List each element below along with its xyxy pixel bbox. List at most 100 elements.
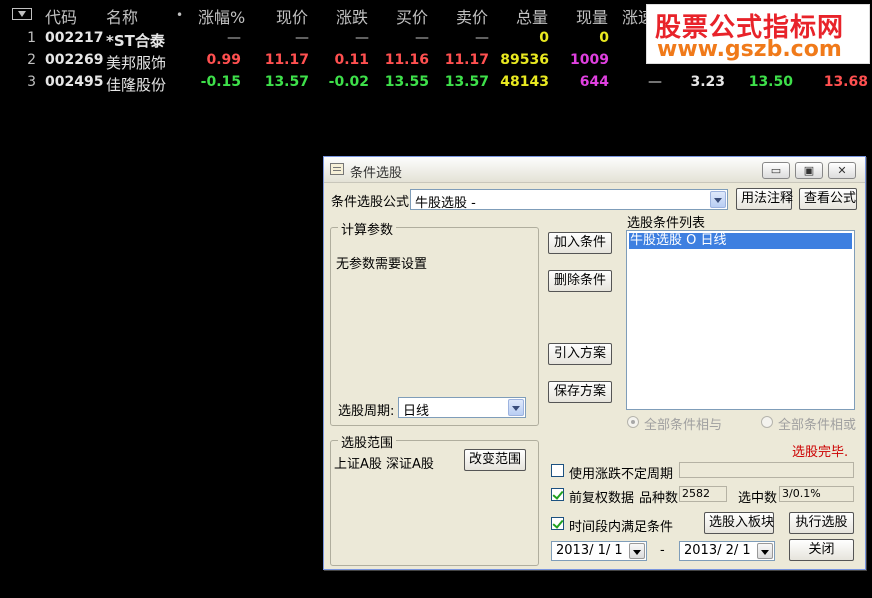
change-range-button[interactable]: 改变范围: [464, 449, 526, 471]
count-value: 2582: [679, 486, 727, 502]
ask-price: 11.17: [444, 52, 489, 68]
no-params-text: 无参数需要设置: [336, 257, 428, 272]
use-unstable-period-label: 使用涨跌不定周期: [569, 467, 674, 482]
minimize-icon: ▭: [770, 164, 782, 177]
header-cur-volume[interactable]: 现量: [576, 4, 608, 28]
bid-price: 13.55: [384, 74, 429, 90]
current-volume: 644: [579, 74, 609, 90]
period-select[interactable]: 日线: [398, 397, 526, 419]
chevron-down-icon: [757, 543, 773, 559]
chevron-down-icon: [629, 543, 645, 559]
period-label: 选股周期:: [338, 404, 395, 419]
dialog-title: 条件选股: [350, 166, 403, 181]
column-menu-button[interactable]: [12, 8, 32, 20]
high-price: 13.50: [748, 74, 793, 90]
pre-adjust-checkbox[interactable]: [551, 488, 564, 501]
restore-button[interactable]: ▣: [795, 162, 823, 179]
range-text: 上证A股 深证A股: [334, 457, 434, 472]
formula-label: 条件选股公式: [331, 195, 410, 210]
row-index: 3: [27, 74, 36, 90]
change-pct: —: [227, 30, 241, 46]
header-name[interactable]: 名称: [106, 4, 138, 28]
period-value: 日线: [403, 404, 430, 419]
usage-notes-button[interactable]: 用法注释: [736, 188, 793, 210]
radio-all-or-label: 全部条件相或: [778, 418, 857, 433]
chevron-down-icon: [710, 191, 726, 208]
use-unstable-period-checkbox[interactable]: [551, 464, 564, 477]
volume: 48143: [500, 74, 549, 90]
time-period-label: 时间段内满足条件: [569, 520, 674, 535]
chevron-down-icon: [18, 11, 26, 17]
volume: 89536: [500, 52, 549, 68]
volume: 0: [539, 30, 549, 46]
restore-icon: ▣: [803, 164, 815, 177]
change: -0.02: [328, 74, 369, 90]
date-to-picker[interactable]: 2013/ 2/ 1: [679, 541, 775, 561]
header-change-pct[interactable]: 涨幅%: [198, 4, 245, 28]
watermark-url: www.gszb.com: [657, 37, 842, 62]
stock-code: 002269: [45, 52, 104, 68]
formula-select[interactable]: 牛股选股 -: [410, 189, 728, 211]
header-code[interactable]: 代码: [45, 4, 77, 28]
radio-all-or[interactable]: [761, 416, 773, 428]
formula-value: 牛股选股 -: [415, 196, 476, 211]
bid-price: 11.16: [384, 52, 429, 68]
price: 13.57: [264, 74, 309, 90]
unstable-period-field[interactable]: [679, 462, 854, 478]
view-formula-button[interactable]: 查看公式: [799, 188, 857, 210]
open-price: 3.23: [690, 74, 725, 90]
date-from-picker[interactable]: 2013/ 1/ 1: [551, 541, 647, 561]
header-price[interactable]: 现价: [276, 4, 308, 28]
header-ask[interactable]: 卖价: [456, 4, 488, 28]
current-volume: 0: [599, 30, 609, 46]
count-label: 品种数: [639, 491, 679, 506]
selected-value: 3/0.1%: [779, 486, 854, 502]
stock-screener-dialog: 条件选股 ▭ ▣ ✕ 条件选股公式 牛股选股 - 用法注释 查看公式 计算参数 …: [323, 156, 866, 570]
row-index: 2: [27, 52, 36, 68]
radio-all-and[interactable]: [627, 416, 639, 428]
dialog-titlebar[interactable]: 条件选股 ▭ ▣ ✕: [324, 157, 865, 183]
header-bid[interactable]: 买价: [396, 4, 428, 28]
date-from-value: 2013/ 1/ 1: [556, 543, 623, 558]
change: —: [355, 30, 369, 46]
current-volume: 1009: [570, 52, 609, 68]
time-period-checkbox[interactable]: [551, 517, 564, 530]
list-item[interactable]: 牛股选股 O 日线: [629, 233, 852, 249]
header-dot: •: [176, 8, 184, 22]
stock-name: 佳隆股份: [106, 76, 167, 94]
import-plan-button[interactable]: 引入方案: [548, 343, 612, 365]
stock-code: 002217: [45, 30, 104, 46]
minimize-button[interactable]: ▭: [762, 162, 790, 179]
delete-condition-button[interactable]: 删除条件: [548, 270, 612, 292]
condition-list-label: 选股条件列表: [627, 216, 706, 231]
to-block-button[interactable]: 选股入板块: [704, 512, 774, 534]
watermark-logo: 股票公式指标网 www.gszb.com: [646, 4, 870, 64]
execute-button[interactable]: 执行选股: [789, 512, 854, 534]
row-index: 1: [27, 30, 36, 46]
selected-label: 选中数: [738, 491, 778, 506]
change-pct: 0.99: [206, 52, 241, 68]
bid-price: —: [415, 30, 429, 46]
range-legend: 选股范围: [338, 432, 397, 451]
change: 0.11: [334, 52, 369, 68]
pre-adjust-label: 前复权数据: [569, 491, 635, 506]
header-volume[interactable]: 总量: [516, 4, 548, 28]
ask-price: 13.57: [444, 74, 489, 90]
date-to-value: 2013/ 2/ 1: [684, 543, 751, 558]
add-condition-button[interactable]: 加入条件: [548, 232, 612, 254]
header-change[interactable]: 涨跌: [336, 4, 368, 28]
calc-params-legend: 计算参数: [338, 219, 397, 238]
condition-list[interactable]: 牛股选股 O 日线: [626, 230, 855, 410]
radio-all-and-label: 全部条件相与: [644, 418, 723, 433]
price: —: [295, 30, 309, 46]
close-window-button[interactable]: ✕: [828, 162, 856, 179]
close-button[interactable]: 关闭: [789, 539, 854, 561]
close-icon: ✕: [837, 164, 847, 177]
status-text: 选股完毕.: [792, 445, 849, 460]
low-price: 13.68: [823, 74, 868, 90]
save-plan-button[interactable]: 保存方案: [548, 381, 612, 403]
stock-code: 002495: [45, 74, 104, 90]
window-icon: [330, 163, 344, 175]
ask-price: —: [475, 30, 489, 46]
table-row[interactable]: 3 002495 佳隆股份 -0.15 13.57 -0.02 13.55 13…: [0, 72, 872, 94]
